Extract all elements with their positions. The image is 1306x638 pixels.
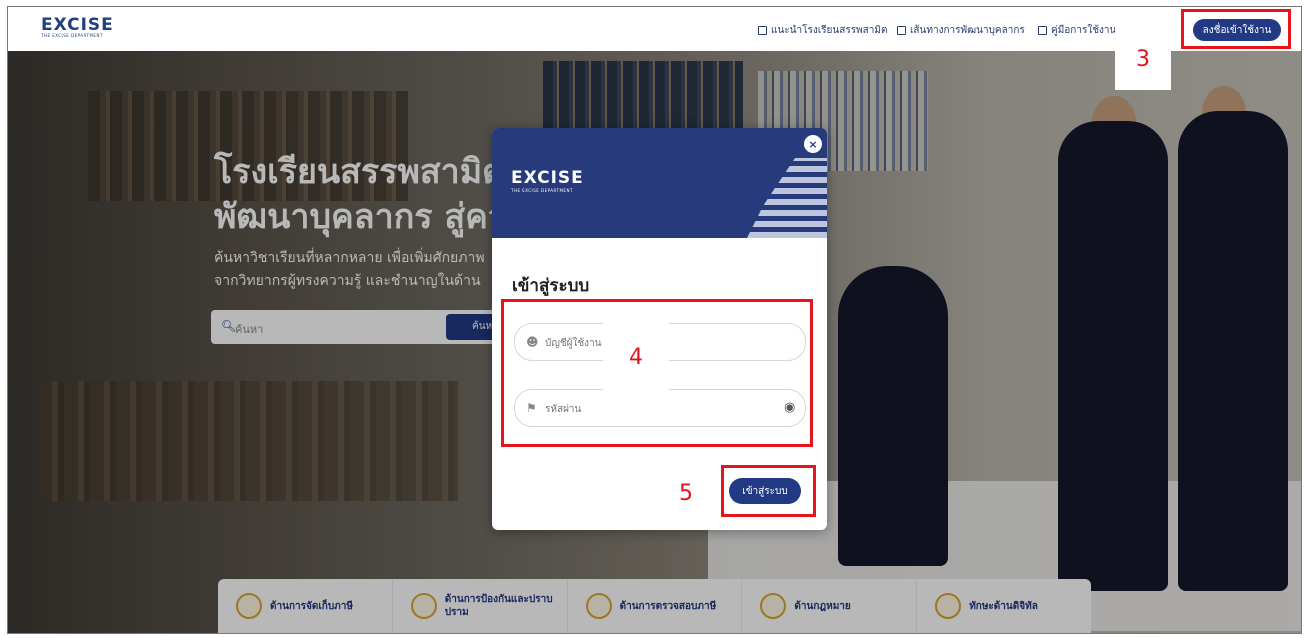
- nav-label: แนะนำโรงเรียนสรรพสามิต: [771, 25, 888, 36]
- book-icon: [1038, 26, 1047, 35]
- annotation-box-step5: [721, 465, 816, 517]
- book-icon: [758, 26, 767, 35]
- modal-title: เข้าสู่ระบบ: [512, 276, 590, 296]
- annotation-number-step3: 3: [1115, 28, 1171, 90]
- annotation-number-step4: 4: [603, 322, 669, 392]
- nav-item-manual[interactable]: คู่มือการใช้งาน: [1038, 23, 1116, 38]
- logo-text: EXCISE: [511, 168, 584, 188]
- browser-viewport: โรงเรียนสรรพสามิต พัฒนาบุคลากร สู่ความ ค…: [7, 6, 1302, 634]
- logo-text: EXCISE: [41, 15, 114, 35]
- book-icon: [897, 26, 906, 35]
- top-header: EXCISE THE EXCISE DEPARTMENT แนะนำโรงเรี…: [8, 7, 1301, 51]
- decorative-pattern: [747, 158, 827, 238]
- excise-logo: EXCISE THE EXCISE DEPARTMENT: [511, 168, 584, 193]
- nav-item-about[interactable]: แนะนำโรงเรียนสรรพสามิต: [758, 23, 887, 38]
- nav-item-career-path[interactable]: เส้นทางการพัฒนาบุคลากร: [897, 23, 1025, 38]
- excise-logo[interactable]: EXCISE THE EXCISE DEPARTMENT: [41, 15, 115, 41]
- nav-label: คู่มือการใช้งาน: [1051, 25, 1117, 36]
- close-icon[interactable]: ×: [804, 135, 822, 153]
- modal-header: EXCISE THE EXCISE DEPARTMENT ×: [492, 128, 827, 238]
- logo-subtext: THE EXCISE DEPARTMENT: [511, 188, 573, 193]
- annotation-number-step5: 5: [679, 480, 693, 506]
- nav-label: เส้นทางการพัฒนาบุคลากร: [910, 25, 1025, 36]
- annotation-box-step3: [1181, 9, 1291, 49]
